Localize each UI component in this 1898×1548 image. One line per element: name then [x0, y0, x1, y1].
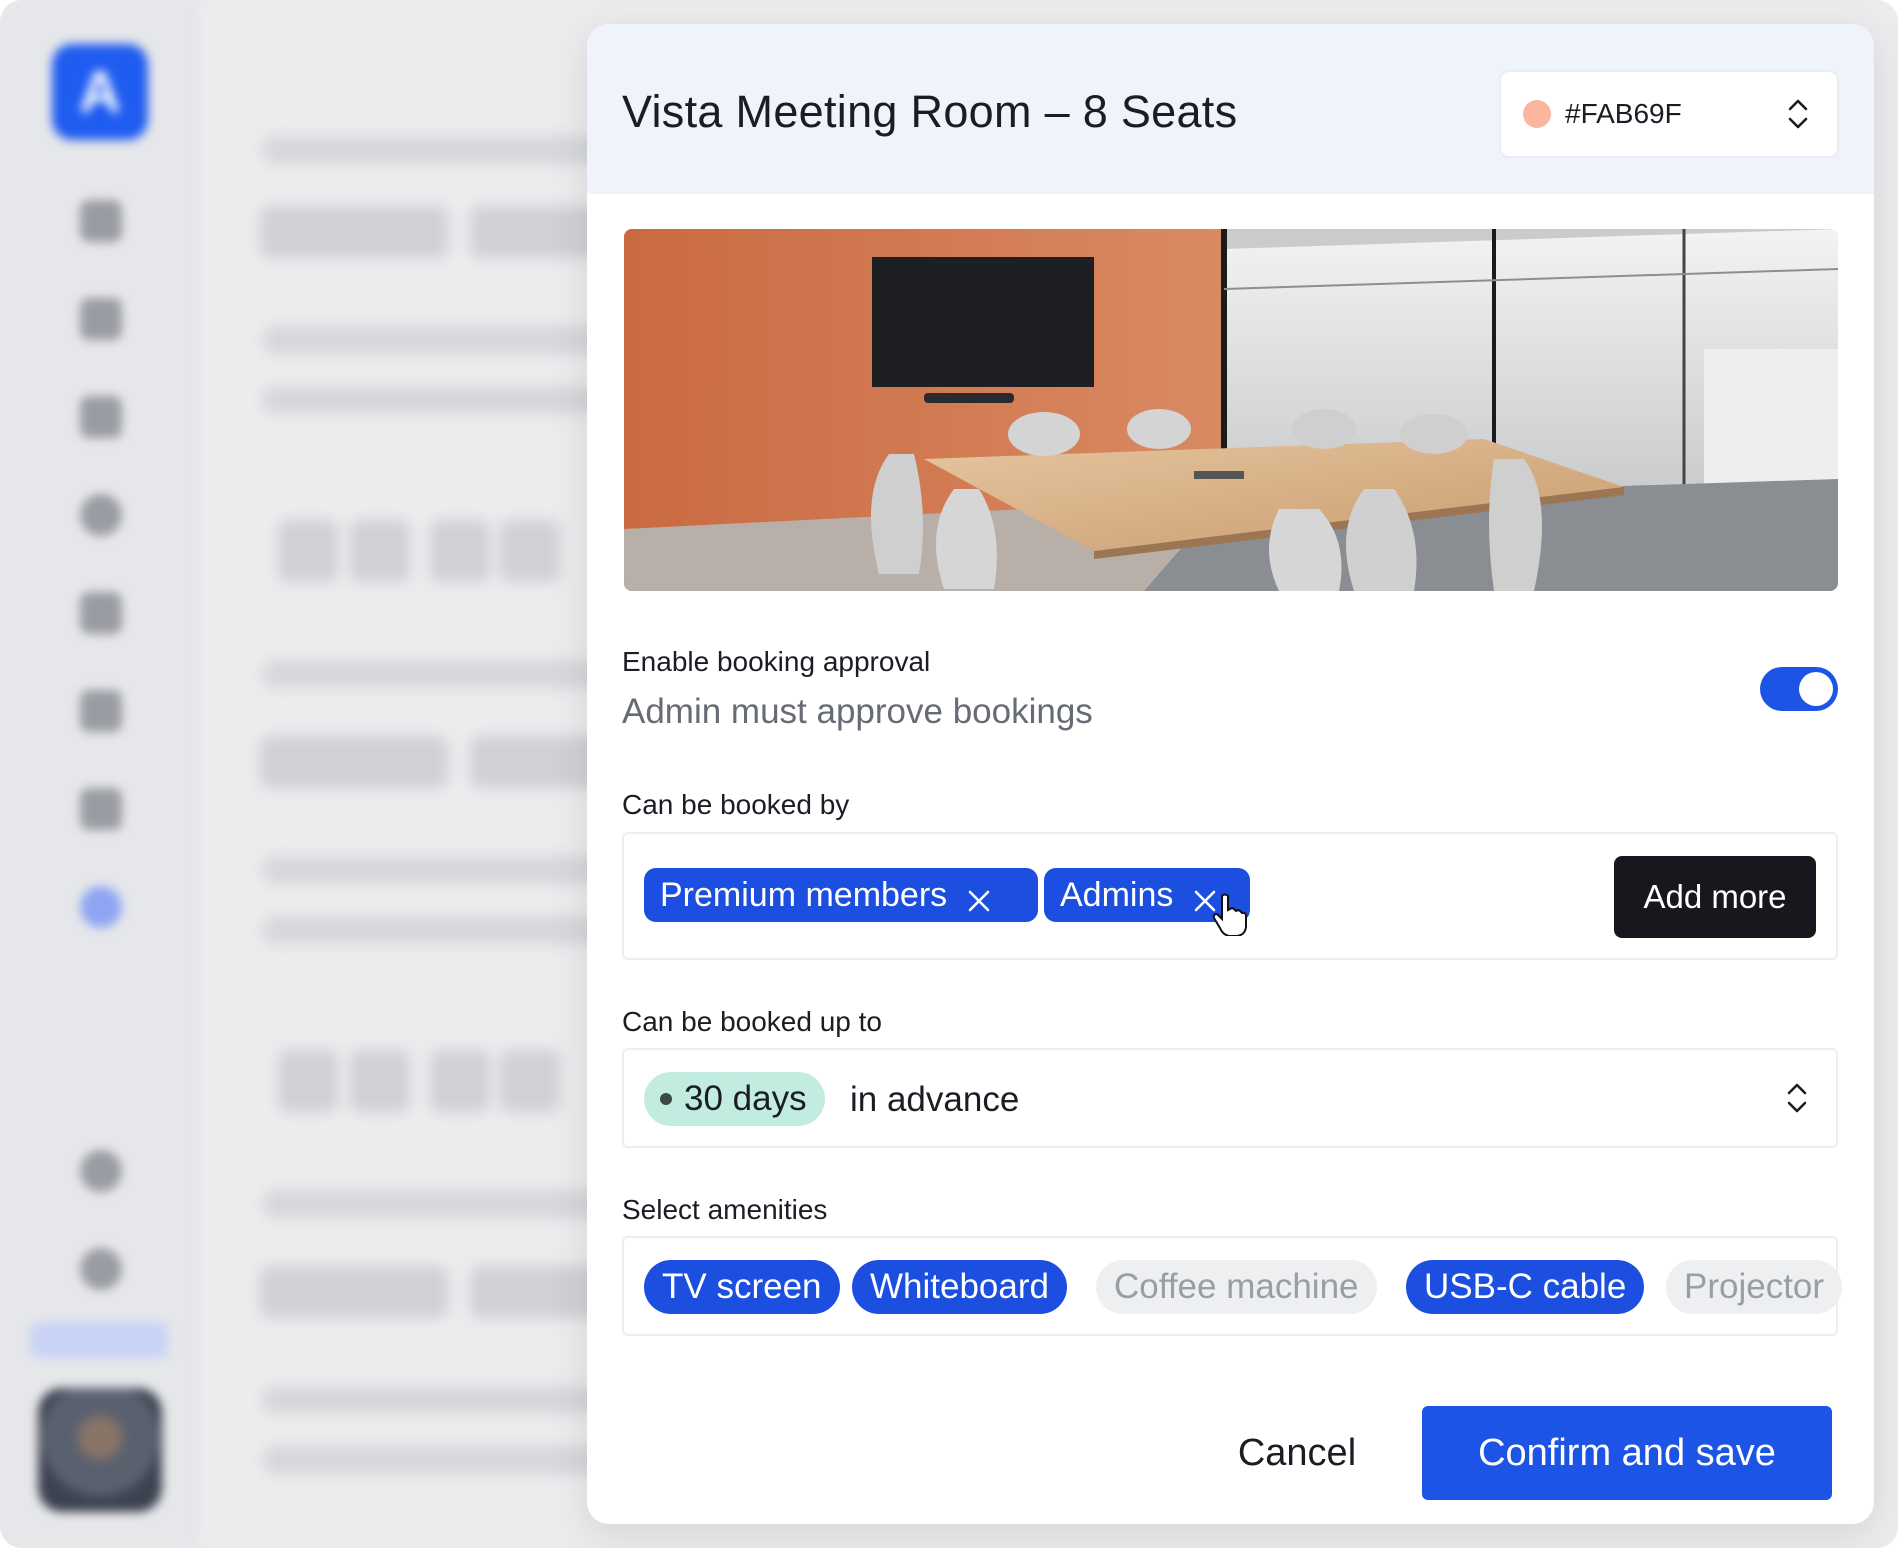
settings-icon	[80, 886, 122, 928]
building-icon	[80, 396, 122, 438]
add-more-button[interactable]: Add more	[1614, 856, 1816, 938]
booking-approval-label: Enable booking approval	[622, 646, 931, 677]
amenity-projector[interactable]: Projector	[1666, 1260, 1843, 1314]
in-advance-suffix: in advance	[850, 1080, 1020, 1119]
modal-title: Vista Meeting Room – 8 Seats	[622, 86, 1238, 137]
days-pill: 30 days	[644, 1072, 825, 1126]
document-icon	[80, 788, 122, 830]
days-value: 30 days	[684, 1079, 807, 1118]
amenity-coffee-machine[interactable]: Coffee machine	[1096, 1260, 1377, 1314]
amenity-tv-screen[interactable]: TV screen	[644, 1260, 840, 1314]
chevron-up-down-icon	[1787, 1083, 1807, 1113]
booking-approval-description: Admin must approve bookings	[622, 692, 1093, 731]
amenity-usb-c-cable[interactable]: USB-C cable	[1406, 1260, 1645, 1314]
headset-icon	[80, 1248, 122, 1290]
calendar-icon	[80, 298, 122, 340]
remove-tag-icon[interactable]	[967, 883, 991, 912]
hand-cursor-icon	[1212, 893, 1247, 936]
color-swatch	[1523, 100, 1551, 128]
chevron-up-down-icon	[1788, 99, 1808, 129]
share-icon	[80, 494, 122, 536]
confirm-and-save-button[interactable]: Confirm and save	[1422, 1406, 1832, 1500]
tag-premium-members: Premium members	[644, 868, 1038, 922]
avatar	[38, 1388, 162, 1512]
tag-label: Admins	[1060, 875, 1174, 914]
grid-icon	[80, 200, 122, 242]
booked-up-to-select[interactable]: 30 days in advance	[622, 1048, 1838, 1148]
amenities-label: Select amenities	[622, 1194, 828, 1225]
background-sidebar: A	[0, 0, 200, 1548]
toggle-knob	[1799, 672, 1833, 706]
amenity-whiteboard[interactable]: Whiteboard	[852, 1260, 1067, 1314]
bell-icon	[80, 1150, 122, 1192]
modal-header: Vista Meeting Room – 8 Seats #FAB69F	[587, 24, 1874, 194]
app-logo: A	[52, 44, 148, 140]
tag-label: Premium members	[660, 875, 948, 914]
room-settings-modal: Vista Meeting Room – 8 Seats #FAB69F Ena…	[587, 24, 1874, 1524]
color-value: #FAB69F	[1565, 98, 1682, 129]
amenities-field: TV screen Whiteboard Coffee machine USB-…	[622, 1236, 1843, 1336]
color-picker-select[interactable]: #FAB69F	[1499, 70, 1839, 158]
cancel-button[interactable]: Cancel	[1207, 1406, 1387, 1500]
booked-by-label: Can be booked by	[622, 789, 850, 820]
megaphone-icon	[80, 690, 122, 732]
room-photo	[624, 229, 1838, 591]
box-icon	[80, 592, 122, 634]
status-dot	[660, 1093, 672, 1105]
booked-up-to-label: Can be booked up to	[622, 1006, 882, 1037]
booked-by-field[interactable]: Premium members Admins Add more	[622, 832, 1838, 960]
apps-button	[30, 1322, 168, 1358]
booking-approval-toggle[interactable]	[1760, 667, 1838, 711]
